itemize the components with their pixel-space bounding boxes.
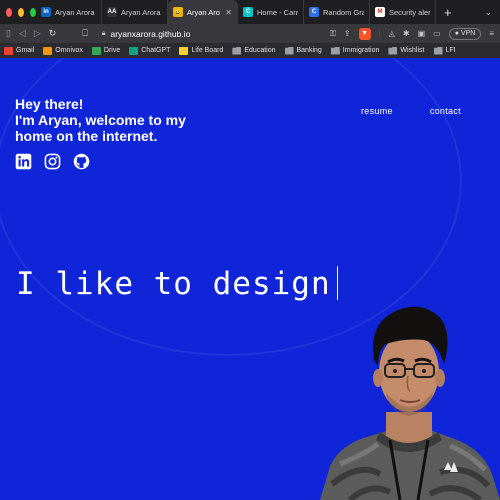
minimize-window-button[interactable]: [18, 7, 24, 17]
url-field[interactable]: 🔒︎ aryanxarora.github.io: [102, 29, 191, 39]
tabs-strip: in Aryan Arora | AA Aryan Arora 😀 Aryan Aro ✕ C…: [36, 0, 436, 24]
window-controls: [0, 7, 36, 17]
folder-icon: [284, 46, 294, 55]
bookmark-item[interactable]: Immigration: [330, 46, 380, 55]
site-nav: resume contact: [361, 106, 461, 116]
folder-icon: [388, 46, 398, 55]
tab-favicon-icon: M: [375, 7, 385, 17]
vpn-label: VPN: [460, 30, 476, 37]
key-icon[interactable]: ⚿: [330, 29, 336, 39]
bookmark-label: Banking: [296, 47, 322, 54]
brave-shield-icon[interactable]: ▼: [358, 27, 371, 40]
portrait-photo: [320, 306, 500, 500]
sidebar-toggle-icon[interactable]: ▯: [6, 28, 11, 39]
tab-close-icon[interactable]: ✕: [225, 8, 232, 17]
browser-tab[interactable]: C Random Grap: [304, 0, 370, 24]
bookmark-item[interactable]: Gmail: [4, 46, 35, 55]
browser-tab[interactable]: 😀 Aryan Aro ✕: [168, 0, 238, 24]
bookmark-icon[interactable]: ⎕: [82, 28, 87, 39]
bookmark-item[interactable]: Wishlist: [388, 46, 425, 55]
chatgpt-icon: [129, 46, 139, 55]
tab-bar: in Aryan Arora | AA Aryan Arora 😀 Aryan Aro ✕ C…: [0, 0, 500, 24]
menu-icon[interactable]: ≡: [489, 29, 494, 38]
tab-favicon-icon: C: [309, 7, 319, 17]
greeting-line-3: home on the internet.: [15, 128, 158, 144]
url-text: aryanxarora.github.io: [110, 28, 191, 39]
tab-favicon-icon: 😀: [173, 7, 183, 17]
tab-title: Aryan Arora |: [55, 7, 96, 17]
tab-menu-icon[interactable]: ⌄: [484, 7, 500, 18]
divider: |: [378, 29, 381, 38]
bookmarks-bar: Gmail Omnivox Drive ChatGPT Life Board Educat…: [0, 43, 500, 58]
linkedin-icon[interactable]: [15, 153, 32, 170]
bookmark-item[interactable]: Omnivox: [43, 46, 83, 55]
browser-tab[interactable]: AA Aryan Arora: [102, 0, 168, 24]
greeting-text: Hey there! I'm Aryan, welcome to my home…: [15, 96, 215, 144]
tab-title: Aryan Aro: [187, 7, 220, 17]
omnivox-icon: [43, 46, 53, 55]
tab-title: Random Grap: [323, 7, 364, 17]
bookmark-item[interactable]: Drive: [91, 46, 121, 55]
new-tab-button[interactable]: +: [436, 5, 452, 20]
tab-title: Home - Canva: [257, 7, 298, 17]
bookmark-label: Immigration: [342, 47, 380, 54]
bookmark-label: Education: [244, 47, 276, 54]
website-page: Hey there! I'm Aryan, welcome to my home…: [0, 58, 500, 500]
folder-icon: [232, 46, 242, 55]
bookmark-label: Wishlist: [400, 47, 425, 54]
rewards-icon[interactable]: ◬: [389, 29, 395, 38]
tab-title: Security alert: [389, 7, 430, 17]
github-icon[interactable]: [73, 153, 90, 170]
bookmark-label: LFI: [445, 47, 456, 54]
bookmark-item[interactable]: ChatGPT: [129, 46, 171, 55]
reload-icon[interactable]: ↻: [49, 28, 57, 39]
nav-contact-link[interactable]: contact: [430, 106, 461, 116]
bookmark-item[interactable]: Life Board: [179, 46, 224, 55]
drive-icon: [91, 46, 101, 55]
hero-heading: I like to design: [16, 266, 339, 302]
bookmark-item[interactable]: Education: [232, 46, 276, 55]
hero-text: I like to design: [16, 266, 331, 302]
miro-icon: [179, 46, 189, 55]
tab-title: Aryan Arora: [121, 7, 161, 17]
nav-resume-link[interactable]: resume: [361, 106, 393, 116]
social-links: [15, 153, 90, 170]
bookmark-item[interactable]: Banking: [284, 46, 322, 55]
wallet-icon[interactable]: ▭: [433, 29, 441, 38]
close-window-button[interactable]: [6, 7, 12, 17]
bookmark-label: Omnivox: [55, 47, 83, 54]
back-icon[interactable]: ◁: [19, 28, 26, 39]
bookmark-item[interactable]: LFI: [433, 46, 456, 55]
browser-tab[interactable]: in Aryan Arora |: [36, 0, 102, 24]
instagram-icon[interactable]: [44, 153, 61, 170]
tab-favicon-icon: in: [41, 7, 51, 17]
folder-icon: [330, 46, 340, 55]
bookmark-label: Drive: [103, 47, 121, 54]
vpn-button[interactable]: ● VPN: [448, 27, 482, 40]
share-icon[interactable]: ⇪: [344, 29, 351, 38]
bookmark-label: Gmail: [16, 47, 35, 54]
browser-tab[interactable]: C Home - Canva: [238, 0, 304, 24]
bookmark-label: ChatGPT: [141, 47, 171, 54]
greeting-line-1: Hey there!: [15, 96, 84, 112]
tab-favicon-icon: C: [243, 7, 253, 17]
greeting-line-2: I'm Aryan, welcome to my: [15, 112, 186, 128]
gmail-icon: [4, 46, 13, 55]
tab-favicon-icon: AA: [107, 7, 117, 17]
forward-icon[interactable]: ▷: [34, 28, 41, 39]
bookmark-label: Life Board: [191, 47, 224, 54]
sidebar-icon[interactable]: ▣: [418, 29, 426, 38]
address-bar-row: ▯ ◁ ▷ ↻ ⎕ 🔒︎ aryanxarora.github.io ⚿ ⇪ ▼…: [0, 24, 500, 43]
folder-icon: [433, 46, 443, 55]
browser-tab[interactable]: M Security alert: [370, 0, 436, 24]
lock-icon: 🔒︎: [101, 29, 106, 37]
extensions-icon[interactable]: ✱: [403, 29, 410, 38]
